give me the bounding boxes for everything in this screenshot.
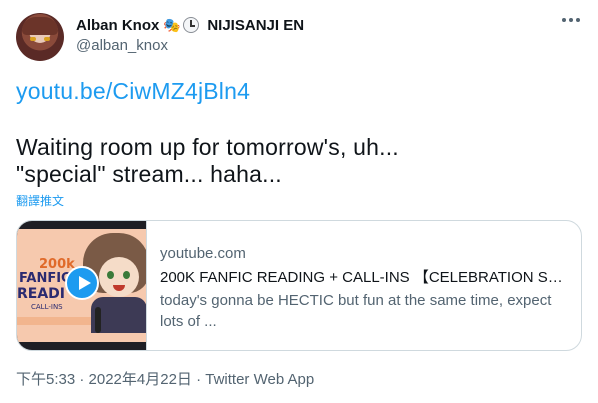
thumbnail-title-line3: CALL-INS <box>31 303 63 311</box>
card-body: youtube.com 200K FANFIC READING + CALL-I… <box>160 245 570 332</box>
more-options-icon[interactable] <box>562 18 580 22</box>
avatar-eye-left <box>30 37 36 41</box>
tweet-text-line: Waiting room up for tomorrow's, uh... <box>16 134 399 160</box>
author-handle[interactable]: @alban_knox <box>76 37 168 54</box>
performing-arts-icon: 🎭 <box>163 17 181 33</box>
author-name-row: Alban Knox 🎭 NIJISANJI EN <box>76 15 304 35</box>
tweet-timestamp[interactable]: 下午5:33 · 2022年4月22日 · Twitter Web App <box>16 368 314 389</box>
author-org: NIJISANJI EN <box>207 16 305 34</box>
play-icon[interactable] <box>65 266 99 300</box>
card-title[interactable]: 200K FANFIC READING + CALL-INS 【CELEBRAT… <box>160 266 570 287</box>
card-domain: youtube.com <box>160 245 246 262</box>
thumbnail-title-line1: FANFIC <box>19 271 71 286</box>
character-eye-right <box>123 271 130 279</box>
author-display-name[interactable]: Alban Knox <box>76 17 159 34</box>
clock-icon <box>183 17 200 33</box>
link-preview-card[interactable]: 200k FANFIC READI CALL-INS youtube.com 2… <box>16 220 582 351</box>
avatar-eye-right <box>44 37 50 41</box>
thumbnail-title-line2: READI <box>17 286 66 302</box>
character-eye-left <box>107 271 114 279</box>
translate-tweet-link[interactable]: 翻譯推文 <box>16 192 64 209</box>
video-thumbnail[interactable]: 200k FANFIC READI CALL-INS <box>17 221 147 350</box>
card-description: today's gonna be HECTIC but fun at the s… <box>160 292 552 330</box>
tweet-link[interactable]: youtu.be/CiwMZ4jBln4 <box>16 78 250 105</box>
avatar[interactable] <box>16 13 64 61</box>
character-face <box>99 257 139 297</box>
microphone-icon <box>95 307 101 333</box>
tweet-text-line: "special" stream... haha... <box>16 161 282 187</box>
avatar-hair <box>22 17 58 35</box>
